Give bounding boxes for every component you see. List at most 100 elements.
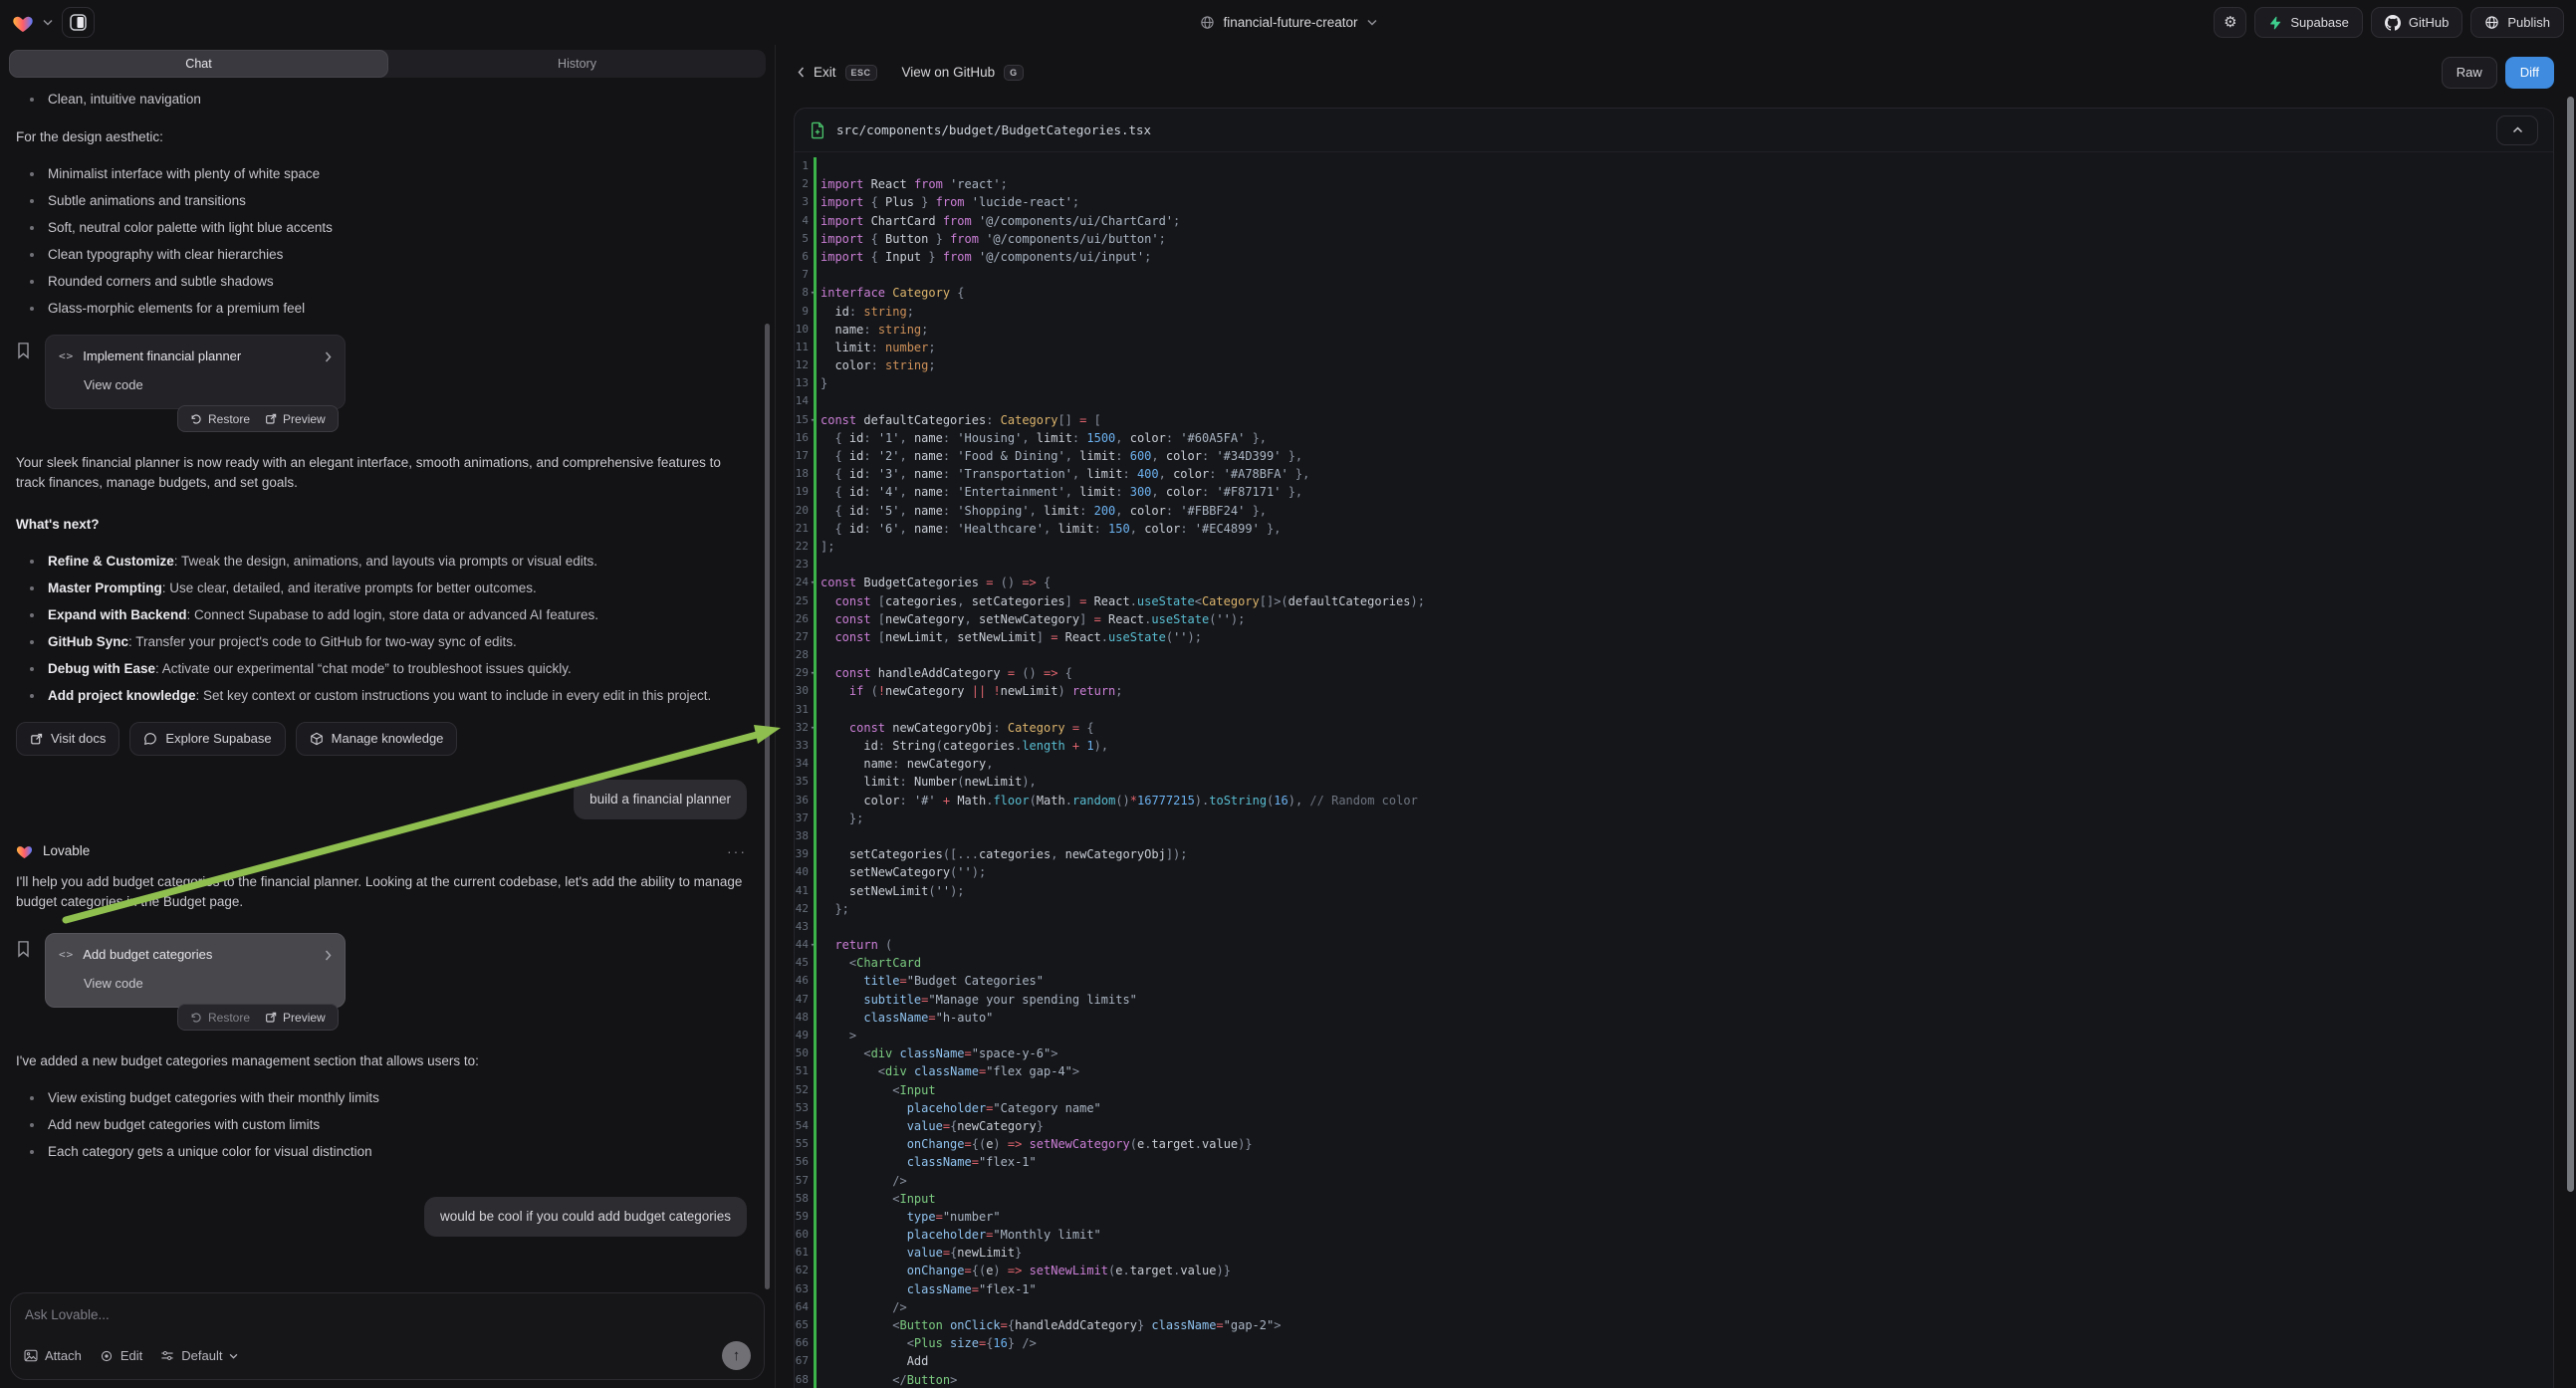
send-button[interactable]: ↑ [722, 1341, 751, 1370]
visit-docs-button[interactable]: Visit docs [16, 722, 119, 756]
esc-key-badge: ESC [845, 65, 877, 81]
code-line: 51 <div className="flex gap-4"> [795, 1062, 2553, 1080]
code-line: 35 limit: Number(newLimit), [795, 773, 2553, 791]
view-code-link[interactable]: View code [84, 974, 332, 994]
bookmark-icon[interactable] [16, 335, 34, 409]
version-card[interactable]: <> Add budget categories View code Resto… [45, 933, 346, 1008]
fold-icon[interactable]: ▾ [809, 719, 817, 737]
supabase-button[interactable]: Supabase [2254, 7, 2363, 38]
package-icon [310, 732, 324, 746]
sidebar-toggle-button[interactable] [62, 7, 95, 38]
fold-icon[interactable]: ▾ [809, 284, 817, 302]
fold-icon[interactable]: ▾ [809, 574, 817, 591]
code-line: 56 className="flex-1" [795, 1153, 2553, 1171]
version-card[interactable]: <> Implement financial planner View code… [45, 335, 346, 409]
list-item: Add new budget categories with custom li… [16, 1115, 747, 1135]
mode-selector[interactable]: Default [160, 1348, 238, 1363]
preview-button[interactable]: Preview [265, 1008, 326, 1028]
code-line: 22]; [795, 538, 2553, 556]
fold-icon[interactable]: ▾ [809, 664, 817, 682]
view-code-link[interactable]: View code [84, 375, 332, 395]
chat-scrollbar[interactable] [765, 324, 770, 1289]
code-line: 50 <div className="space-y-6"> [795, 1044, 2553, 1062]
external-link-icon [265, 413, 277, 425]
code-line: 5import { Button } from '@/components/ui… [795, 230, 2553, 248]
tab-chat[interactable]: Chat [9, 50, 388, 78]
code-line: 32▾ const newCategoryObj: Category = { [795, 719, 2553, 737]
code-line: 23 [795, 556, 2553, 574]
restore-button[interactable]: Restore [190, 409, 250, 429]
code-line: 25 const [categories, setCategories] = R… [795, 592, 2553, 610]
code-scrollbar[interactable] [2567, 97, 2574, 1192]
code-toolbar: Exit ESC View on GitHub G Raw Diff [776, 45, 2576, 100]
code-icon: <> [59, 347, 74, 366]
code-line: 68 </Button> [795, 1371, 2553, 1388]
chat-tabs: Chat History [9, 50, 766, 78]
attach-button[interactable]: Attach [24, 1348, 82, 1363]
code-line: 66 <Plus size={16} /> [795, 1334, 2553, 1352]
view-on-github-button[interactable]: View on GitHub G [902, 65, 1024, 81]
chat-input[interactable]: Ask Lovable... [25, 1307, 750, 1322]
chevron-down-icon[interactable] [43, 19, 53, 26]
code-line: 29▾ const handleAddCategory = () => { [795, 664, 2553, 682]
external-link-icon [30, 733, 43, 746]
code-line: 20 { id: '5', name: 'Shopping', limit: 2… [795, 502, 2553, 520]
fold-icon[interactable]: ▾ [809, 936, 817, 954]
list-item: GitHub Sync: Transfer your project's cod… [16, 632, 747, 652]
code-line: 26 const [newCategory, setNewCategory] =… [795, 610, 2553, 628]
code-line: 63 className="flex-1" [795, 1280, 2553, 1298]
github-button[interactable]: GitHub [2371, 7, 2462, 38]
restore-icon [190, 1012, 202, 1024]
code-line: 40 setNewCategory(''); [795, 863, 2553, 881]
restore-button[interactable]: Restore [190, 1008, 250, 1028]
g-key-badge: G [1004, 65, 1024, 81]
code-line: 36 color: '#' + Math.floor(Math.random()… [795, 792, 2553, 810]
fold-icon[interactable]: ▾ [809, 411, 817, 429]
code-line: 33 id: String(categories.length + 1), [795, 737, 2553, 755]
raw-toggle-button[interactable]: Raw [2442, 57, 2497, 89]
arrow-up-icon: ↑ [733, 1347, 741, 1364]
edit-button[interactable]: Edit [100, 1348, 142, 1363]
version-toolbar: Restore Preview [177, 405, 339, 432]
list-item: Soft, neutral color palette with light b… [16, 218, 747, 238]
preview-button[interactable]: Preview [265, 409, 326, 429]
next-steps-list: Refine & Customize: Tweak the design, an… [16, 552, 747, 706]
code-line: 57 /> [795, 1172, 2553, 1190]
code-line: 67 Add [795, 1352, 2553, 1370]
diff-toggle-button[interactable]: Diff [2505, 57, 2554, 89]
code-line: 52 <Input [795, 1081, 2553, 1099]
code-line: 2import React from 'react'; [795, 175, 2553, 193]
code-line: 1 [795, 157, 2553, 175]
bookmark-icon[interactable] [16, 933, 34, 1008]
tab-history[interactable]: History [388, 50, 766, 78]
collapse-file-button[interactable] [2496, 116, 2538, 145]
more-options-icon[interactable]: ··· [727, 841, 747, 861]
code-line: 44▾ return ( [795, 936, 2553, 954]
code-line: 38 [795, 827, 2553, 845]
chat-bubble-icon [143, 732, 157, 746]
code-line: 62 onChange={(e) => setNewLimit(e.target… [795, 1262, 2553, 1279]
code-line: 6import { Input } from '@/components/ui/… [795, 248, 2553, 266]
code-line: 61 value={newLimit} [795, 1244, 2553, 1262]
user-message: build a financial planner [574, 780, 747, 819]
globe-icon [2484, 15, 2499, 30]
added-features-list: View existing budget categories with the… [16, 1088, 747, 1162]
explore-supabase-button[interactable]: Explore Supabase [129, 722, 285, 756]
code-icon: <> [59, 945, 74, 965]
project-switcher[interactable]: financial-future-creator [1199, 15, 1376, 30]
exit-button[interactable]: Exit ESC [798, 65, 877, 81]
list-item: Debug with Ease: Activate our experiment… [16, 659, 747, 679]
publish-button[interactable]: Publish [2470, 7, 2564, 38]
settings-button[interactable]: ⚙ [2214, 7, 2246, 38]
assistant-name: Lovable [43, 841, 90, 861]
code-line: 47 subtitle="Manage your spending limits… [795, 991, 2553, 1009]
code-line: 37 }; [795, 810, 2553, 827]
assistant-paragraph: I'll help you add budget categories to t… [16, 872, 747, 912]
code-line: 58 <Input [795, 1190, 2553, 1208]
manage-knowledge-button[interactable]: Manage knowledge [296, 722, 458, 756]
code-line: 48 className="h-auto" [795, 1009, 2553, 1027]
lovable-logo-icon[interactable] [12, 13, 34, 33]
whats-next-heading: What's next? [16, 515, 747, 535]
code-line: 4import ChartCard from '@/components/ui/… [795, 212, 2553, 230]
file-header[interactable]: src/components/budget/BudgetCategories.t… [795, 109, 2553, 152]
